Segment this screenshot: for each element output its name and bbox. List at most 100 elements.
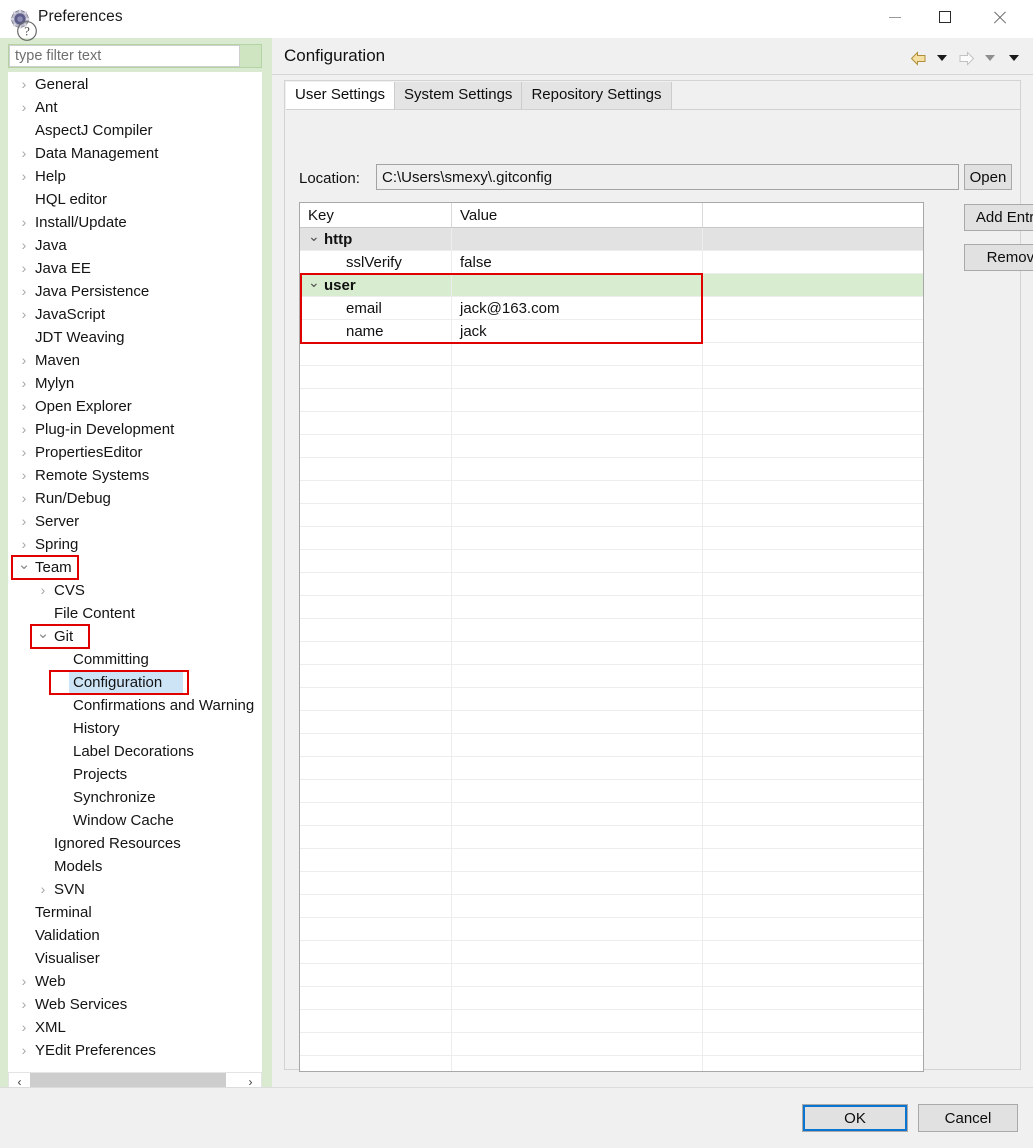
sidebar-item-models[interactable]: Models xyxy=(9,855,261,878)
chevron-right-icon[interactable]: › xyxy=(17,142,31,165)
chevron-right-icon[interactable]: › xyxy=(17,487,31,510)
chevron-right-icon[interactable]: › xyxy=(17,441,31,464)
sidebar-item-yedit-preferences[interactable]: ›YEdit Preferences xyxy=(9,1039,261,1062)
table-row-empty[interactable] xyxy=(300,849,923,872)
chevron-right-icon[interactable]: › xyxy=(17,211,31,234)
table-row-empty[interactable] xyxy=(300,665,923,688)
table-row-empty[interactable] xyxy=(300,435,923,458)
back-dropdown-chevron-down-icon[interactable] xyxy=(931,48,953,68)
sidebar-item-projects[interactable]: Projects xyxy=(9,763,261,786)
table-row[interactable]: namejack xyxy=(300,320,923,343)
table-row-empty[interactable] xyxy=(300,941,923,964)
sidebar-item-java[interactable]: ›Java xyxy=(9,234,261,257)
chevron-down-icon[interactable]: ⌄ xyxy=(36,625,50,648)
ok-button[interactable]: OK xyxy=(802,1104,908,1132)
table-row-empty[interactable] xyxy=(300,826,923,849)
chevron-right-icon[interactable]: › xyxy=(17,510,31,533)
sidebar-item-configuration[interactable]: Configuration xyxy=(9,671,261,694)
chevron-right-icon[interactable]: › xyxy=(17,234,31,257)
chevron-right-icon[interactable]: › xyxy=(17,372,31,395)
table-row-empty[interactable] xyxy=(300,619,923,642)
sidebar-item-committing[interactable]: Committing xyxy=(9,648,261,671)
column-header-extra[interactable] xyxy=(703,203,923,227)
table-row-empty[interactable] xyxy=(300,987,923,1010)
sidebar-item-install-update[interactable]: ›Install/Update xyxy=(9,211,261,234)
sidebar-item-server[interactable]: ›Server xyxy=(9,510,261,533)
chevron-right-icon[interactable]: › xyxy=(17,1039,31,1062)
sidebar-item-javascript[interactable]: ›JavaScript xyxy=(9,303,261,326)
close-button[interactable] xyxy=(976,0,1022,34)
sidebar-item-file-content[interactable]: File Content xyxy=(9,602,261,625)
chevron-right-icon[interactable]: › xyxy=(17,303,31,326)
sidebar-item-hql-editor[interactable]: HQL editor xyxy=(9,188,261,211)
sidebar-item-data-management[interactable]: ›Data Management xyxy=(9,142,261,165)
table-row[interactable]: emailjack@163.com xyxy=(300,297,923,320)
maximize-button[interactable] xyxy=(922,0,968,34)
table-row-empty[interactable] xyxy=(300,596,923,619)
sidebar-item-validation[interactable]: Validation xyxy=(9,924,261,947)
sidebar-item-general[interactable]: ›General xyxy=(9,73,261,96)
sidebar-item-ignored-resources[interactable]: Ignored Resources xyxy=(9,832,261,855)
table-row-empty[interactable] xyxy=(300,1056,923,1072)
back-arrow-icon[interactable] xyxy=(907,48,929,68)
table-row-empty[interactable] xyxy=(300,964,923,987)
chevron-down-icon[interactable]: ⌄ xyxy=(308,228,320,250)
chevron-down-icon[interactable]: ⌄ xyxy=(308,274,320,296)
table-row[interactable]: ⌄user xyxy=(300,274,923,297)
sidebar-item-web-services[interactable]: ›Web Services xyxy=(9,993,261,1016)
add-entry-button[interactable]: Add Entry... xyxy=(964,204,1033,231)
sidebar-item-visualiser[interactable]: Visualiser xyxy=(9,947,261,970)
table-row-empty[interactable] xyxy=(300,688,923,711)
chevron-right-icon[interactable]: › xyxy=(17,418,31,441)
sidebar-item-aspectj-compiler[interactable]: AspectJ Compiler xyxy=(9,119,261,142)
config-table[interactable]: KeyValue ⌄httpsslVerifyfalse⌄useremailja… xyxy=(299,202,924,1072)
sidebar-item-label-decorations[interactable]: Label Decorations xyxy=(9,740,261,763)
table-row-empty[interactable] xyxy=(300,550,923,573)
sidebar-item-remote-systems[interactable]: ›Remote Systems xyxy=(9,464,261,487)
sidebar-item-svn[interactable]: ›SVN xyxy=(9,878,261,901)
tab-repository-settings[interactable]: Repository Settings xyxy=(522,82,671,109)
column-header-key[interactable]: Key xyxy=(300,203,452,227)
table-row-empty[interactable] xyxy=(300,412,923,435)
chevron-right-icon[interactable]: › xyxy=(17,533,31,556)
minimize-button[interactable] xyxy=(872,0,918,34)
sidebar-item-ant[interactable]: ›Ant xyxy=(9,96,261,119)
sidebar-item-history[interactable]: History xyxy=(9,717,261,740)
sidebar-item-git[interactable]: ⌄Git xyxy=(9,625,261,648)
chevron-down-icon[interactable]: ⌄ xyxy=(17,556,31,579)
table-row-empty[interactable] xyxy=(300,366,923,389)
sidebar-item-java-persistence[interactable]: ›Java Persistence xyxy=(9,280,261,303)
table-row-empty[interactable] xyxy=(300,389,923,412)
help-question-icon[interactable]: ? xyxy=(16,20,38,42)
sidebar-item-mylyn[interactable]: ›Mylyn xyxy=(9,372,261,395)
location-input[interactable] xyxy=(376,164,959,190)
chevron-right-icon[interactable]: › xyxy=(17,165,31,188)
sidebar-item-synchronize[interactable]: Synchronize xyxy=(9,786,261,809)
sidebar-item-web[interactable]: ›Web xyxy=(9,970,261,993)
sidebar-item-help[interactable]: ›Help xyxy=(9,165,261,188)
chevron-right-icon[interactable]: › xyxy=(36,878,50,901)
table-row-empty[interactable] xyxy=(300,895,923,918)
table-row[interactable]: ⌄http xyxy=(300,228,923,251)
chevron-right-icon[interactable]: › xyxy=(17,464,31,487)
table-row-empty[interactable] xyxy=(300,803,923,826)
sidebar-item-open-explorer[interactable]: ›Open Explorer xyxy=(9,395,261,418)
sidebar-item-spring[interactable]: ›Spring xyxy=(9,533,261,556)
table-row-empty[interactable] xyxy=(300,711,923,734)
sidebar-item-maven[interactable]: ›Maven xyxy=(9,349,261,372)
table-row-empty[interactable] xyxy=(300,504,923,527)
menu-chevron-down-icon[interactable] xyxy=(1003,48,1025,68)
sidebar-item-confirmations-and-warning[interactable]: Confirmations and Warning xyxy=(9,694,261,717)
chevron-right-icon[interactable]: › xyxy=(17,73,31,96)
sidebar-item-xml[interactable]: ›XML xyxy=(9,1016,261,1039)
chevron-right-icon[interactable]: › xyxy=(17,395,31,418)
tab-system-settings[interactable]: System Settings xyxy=(395,82,522,109)
sidebar-item-propertieseditor[interactable]: ›PropertiesEditor xyxy=(9,441,261,464)
chevron-right-icon[interactable]: › xyxy=(17,349,31,372)
sidebar-item-terminal[interactable]: Terminal xyxy=(9,901,261,924)
column-header-value[interactable]: Value xyxy=(452,203,703,227)
search-input[interactable] xyxy=(9,45,240,67)
table-row[interactable]: sslVerifyfalse xyxy=(300,251,923,274)
chevron-right-icon[interactable]: › xyxy=(17,96,31,119)
table-row-empty[interactable] xyxy=(300,1010,923,1033)
